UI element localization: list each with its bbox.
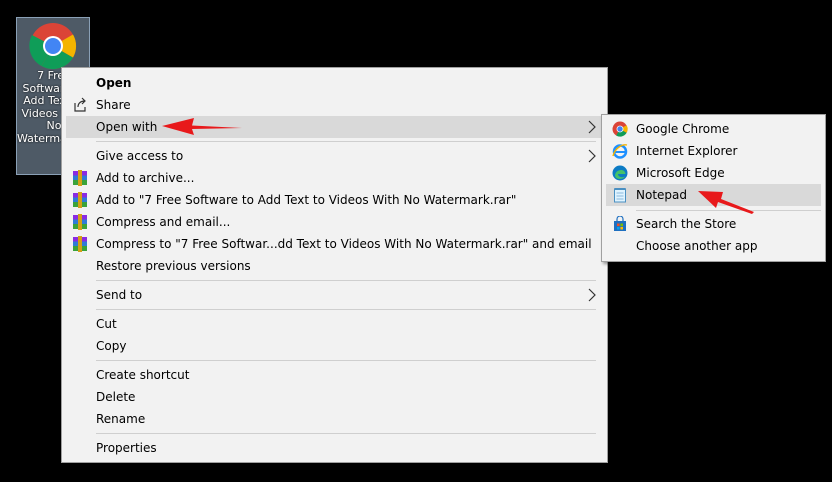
menu-separator — [96, 280, 596, 281]
menu-item-delete[interactable]: Delete — [66, 386, 603, 408]
menu-item-rename[interactable]: Rename — [66, 408, 603, 430]
menu-item-label: Send to — [96, 288, 143, 302]
notepad-icon — [614, 188, 626, 203]
submenu-item-internet-explorer[interactable]: Internet Explorer — [606, 140, 821, 162]
submenu-item-label: Internet Explorer — [636, 144, 738, 158]
menu-item-give-access[interactable]: Give access to — [66, 145, 603, 167]
menu-item-properties[interactable]: Properties — [66, 437, 603, 459]
submenu-item-label: Notepad — [636, 188, 687, 202]
menu-item-label: Restore previous versions — [96, 259, 251, 273]
menu-item-restore-versions[interactable]: Restore previous versions — [66, 255, 603, 277]
share-icon — [74, 97, 86, 112]
menu-item-label: Cut — [96, 317, 117, 331]
chrome-icon — [29, 23, 77, 70]
menu-item-label: Open — [96, 76, 132, 90]
submenu-item-label: Google Chrome — [636, 122, 730, 136]
menu-item-label: Rename — [96, 412, 146, 426]
chrome-icon — [612, 121, 628, 137]
red-arrow-icon — [162, 118, 242, 135]
context-menu: Open Share Open with Give access to Add … — [61, 67, 608, 463]
menu-item-create-shortcut[interactable]: Create shortcut — [66, 364, 603, 386]
menu-item-compress-to-rar-email[interactable]: Compress to "7 Free Softwar...dd Text to… — [66, 233, 603, 255]
menu-item-label: Properties — [96, 441, 157, 455]
menu-item-label: Open with — [96, 120, 158, 134]
menu-item-label: Add to "7 Free Software to Add Text to V… — [96, 193, 517, 207]
winrar-icon — [73, 192, 87, 208]
winrar-icon — [73, 170, 87, 186]
submenu-item-label: Microsoft Edge — [636, 166, 725, 180]
menu-item-cut[interactable]: Cut — [66, 313, 603, 335]
menu-item-label: Compress and email... — [96, 215, 231, 229]
menu-item-label: Give access to — [96, 149, 184, 163]
menu-item-label: Share — [96, 98, 131, 112]
menu-item-compress-email[interactable]: Compress and email... — [66, 211, 603, 233]
menu-item-copy[interactable]: Copy — [66, 335, 603, 357]
menu-item-label: Create shortcut — [96, 368, 190, 382]
edge-icon — [612, 165, 628, 181]
menu-item-add-archive[interactable]: Add to archive... — [66, 167, 603, 189]
menu-item-share[interactable]: Share — [66, 94, 603, 116]
menu-item-open-with[interactable]: Open with — [66, 116, 603, 138]
menu-separator — [96, 433, 596, 434]
store-icon — [614, 216, 626, 231]
chevron-right-icon — [588, 288, 596, 302]
menu-item-label: Add to archive... — [96, 171, 195, 185]
winrar-icon — [73, 214, 87, 230]
menu-separator — [96, 141, 596, 142]
menu-item-send-to[interactable]: Send to — [66, 284, 603, 306]
red-arrow-icon — [698, 191, 754, 214]
menu-item-open[interactable]: Open — [66, 72, 603, 94]
submenu-item-search-store[interactable]: Search the Store — [606, 213, 821, 235]
menu-separator — [96, 309, 596, 310]
submenu-item-google-chrome[interactable]: Google Chrome — [606, 118, 821, 140]
submenu-item-choose-another-app[interactable]: Choose another app — [606, 235, 821, 257]
submenu-item-label: Search the Store — [636, 217, 737, 231]
menu-item-label: Copy — [96, 339, 127, 353]
menu-item-add-to-rar[interactable]: Add to "7 Free Software to Add Text to V… — [66, 189, 603, 211]
submenu-item-label: Choose another app — [636, 239, 758, 253]
ie-icon — [612, 144, 628, 159]
chevron-right-icon — [588, 120, 596, 134]
winrar-icon — [73, 236, 87, 252]
menu-item-label: Delete — [96, 390, 136, 404]
submenu-item-microsoft-edge[interactable]: Microsoft Edge — [606, 162, 821, 184]
chevron-right-icon — [588, 149, 596, 163]
menu-separator — [96, 360, 596, 361]
menu-item-label: Compress to "7 Free Softwar...dd Text to… — [96, 237, 592, 251]
